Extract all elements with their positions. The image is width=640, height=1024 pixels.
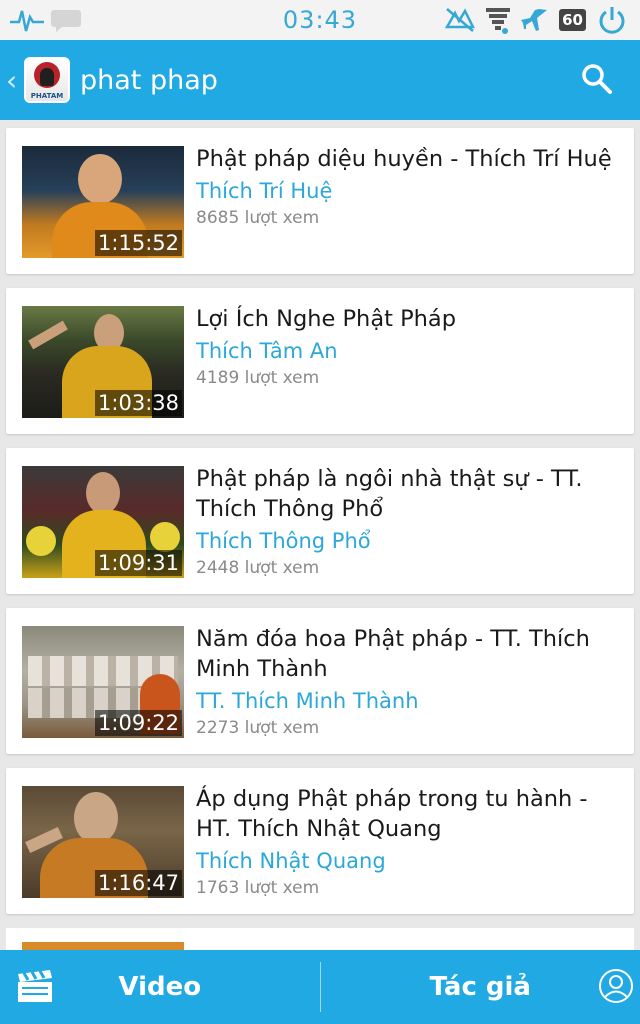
video-card[interactable]: 1:15:52 Phật pháp diệu huyền - Thích Trí…	[6, 128, 634, 274]
video-thumbnail[interactable]: 1:09:31	[22, 466, 184, 578]
tab-video[interactable]: Video	[0, 950, 320, 1024]
video-duration: 1:09:31	[95, 550, 182, 576]
battery-level: 60	[559, 9, 586, 31]
video-views: 2273 lượt xem	[196, 718, 320, 738]
search-query-title: phat phap	[80, 64, 218, 96]
video-thumbnail[interactable]: 1:15:52	[22, 146, 184, 258]
tab-video-label: Video	[118, 972, 202, 1002]
video-author[interactable]: Thích Tâm An	[196, 336, 616, 366]
video-author[interactable]: Thích Trí Huệ	[196, 176, 616, 206]
battery-icon: 60	[559, 4, 586, 36]
video-thumbnail[interactable]: 1:03:38	[22, 306, 184, 418]
video-card[interactable]: 1:09:22 Năm đóa hoa Phật pháp - TT. Thíc…	[6, 608, 634, 754]
video-title[interactable]: Áp dụng Phật pháp trong tu hành - HT. Th…	[196, 784, 616, 844]
status-bar: 03:43 60	[0, 0, 640, 40]
video-card[interactable]: 1:03:38 Lợi Ích Nghe Phật Pháp Thích Tâm…	[6, 288, 634, 434]
video-thumbnail[interactable]: 1:16:47	[22, 786, 184, 898]
video-list[interactable]: 1:15:52 Phật pháp diệu huyền - Thích Trí…	[0, 120, 640, 950]
power-icon	[596, 4, 628, 36]
logo-text: PHATAM	[30, 92, 64, 100]
video-title[interactable]: Phật pháp diệu huyền - Thích Trí Huệ	[196, 144, 616, 174]
video-title[interactable]: Năm đóa hoa Phật pháp - TT. Thích Minh T…	[196, 624, 616, 684]
video-duration: 1:09:22	[95, 710, 182, 736]
app-logo[interactable]: PHATAM	[24, 57, 70, 103]
action-bar: ‹ PHATAM phat phap	[0, 40, 640, 120]
data-funnel-icon	[485, 4, 511, 36]
video-duration: 1:16:47	[95, 870, 182, 896]
search-icon[interactable]	[580, 62, 614, 96]
tab-authors-label: Tác giả	[429, 972, 531, 1002]
status-time: 03:43	[282, 6, 358, 34]
video-card[interactable]: 1:16:47 Áp dụng Phật pháp trong tu hành …	[6, 768, 634, 914]
video-card[interactable]: 1:09:31 Phật pháp là ngôi nhà thật sự - …	[6, 448, 634, 594]
video-author[interactable]: Thích Thông Phổ	[196, 526, 616, 556]
tab-authors[interactable]: Tác giả	[321, 950, 640, 1024]
video-author[interactable]: TT. Thích Minh Thành	[196, 686, 616, 716]
video-duration: 1:03:38	[95, 390, 182, 416]
bottom-navigation: Video Tác giả	[0, 950, 640, 1024]
video-title[interactable]: Phật pháp là ngôi nhà thật sự - TT. Thíc…	[196, 464, 616, 524]
video-views: 2448 lượt xem	[196, 558, 320, 578]
user-profile-icon[interactable]	[598, 968, 634, 1008]
video-thumbnail[interactable]: 1:09:22	[22, 626, 184, 738]
pulse-icon	[10, 4, 44, 36]
video-views: 8685 lượt xem	[196, 208, 320, 228]
video-author[interactable]: Thích Nhật Quang	[196, 846, 616, 876]
airplane-icon	[521, 4, 549, 36]
video-views: 4189 lượt xem	[196, 368, 320, 388]
chevron-left-icon[interactable]: ‹	[6, 64, 20, 97]
video-duration: 1:15:52	[95, 230, 182, 256]
signal-blocked-icon	[445, 4, 476, 36]
chat-bubble-icon	[50, 4, 82, 36]
video-views: 1763 lượt xem	[196, 878, 320, 898]
video-title[interactable]: Lợi Ích Nghe Phật Pháp	[196, 304, 616, 334]
